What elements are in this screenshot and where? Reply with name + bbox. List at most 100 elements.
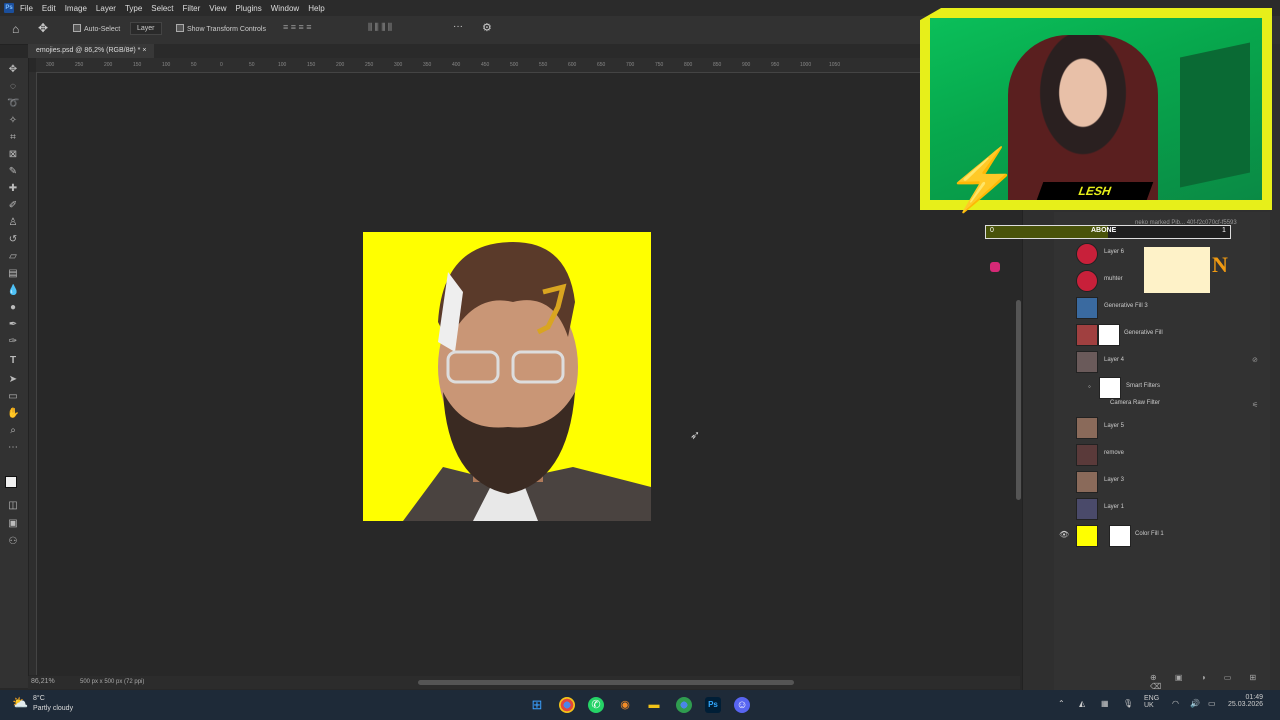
weather-desc[interactable]: Partly cloudy xyxy=(33,705,73,712)
zoom-tool-icon[interactable]: ⌕ xyxy=(7,425,19,437)
lasso-tool-icon[interactable]: ➰ xyxy=(7,98,19,110)
checkbox-icon xyxy=(73,24,81,32)
layer-row[interactable]: Camera Raw Filter xyxy=(1054,396,1270,412)
chrome-icon[interactable] xyxy=(559,697,575,713)
link-icon[interactable]: ⊘ xyxy=(1252,356,1258,364)
pen-tool-alt-icon[interactable]: ✑ xyxy=(7,336,19,348)
magic-wand-icon[interactable]: ✧ xyxy=(7,115,19,127)
gear-icon[interactable]: ⚙ xyxy=(482,21,492,34)
document-tab-bar: emojies.psd @ 86,2% (RGB/8#) * × xyxy=(28,44,1020,58)
ruler-tick-label: 250 xyxy=(75,62,84,68)
screen-mode-icon[interactable]: ▣ xyxy=(7,518,19,530)
canvas-artwork[interactable] xyxy=(363,232,651,521)
auto-select-checkbox[interactable]: Auto-Select xyxy=(73,24,120,33)
menu-image[interactable]: Image xyxy=(65,4,87,13)
layer-row[interactable]: Layer 5 xyxy=(1054,414,1270,440)
ruler-tick-label: 950 xyxy=(771,62,780,68)
healing-brush-icon[interactable]: ✚ xyxy=(7,183,19,195)
language-indicator[interactable]: ENG UK xyxy=(1144,695,1159,709)
menu-window[interactable]: Window xyxy=(271,4,299,13)
show-transform-checkbox[interactable]: Show Transform Controls xyxy=(176,24,266,33)
eye-icon[interactable]: ◦ xyxy=(1088,382,1091,391)
filter-options-icon[interactable]: ⚟ xyxy=(1252,401,1258,409)
stamp-tool-icon[interactable]: ♙ xyxy=(7,217,19,229)
generative-icon[interactable]: ⚇ xyxy=(7,536,19,548)
menu-file[interactable]: File xyxy=(20,4,33,13)
more-options-icon[interactable]: ··· xyxy=(453,21,463,32)
frame-tool-icon[interactable]: ⊠ xyxy=(7,149,19,161)
zoom-level[interactable]: 86,21% xyxy=(31,678,55,685)
menu-select[interactable]: Select xyxy=(151,4,173,13)
menu-type[interactable]: Type xyxy=(125,4,142,13)
blender-icon[interactable]: ◉ xyxy=(617,697,633,713)
close-icon[interactable]: × xyxy=(142,47,146,54)
menu-edit[interactable]: Edit xyxy=(42,4,56,13)
layer-row[interactable]: 👁 Color Fill 1 xyxy=(1054,522,1270,548)
layer-row[interactable]: Generative Fill xyxy=(1054,321,1270,347)
file-explorer-icon[interactable]: ▬ xyxy=(646,697,662,713)
eraser-tool-icon[interactable]: ▱ xyxy=(7,251,19,263)
eye-icon[interactable]: 👁 xyxy=(1059,530,1069,539)
clock[interactable]: 01:49 25.03.2026 xyxy=(1228,694,1263,708)
eyedropper-icon[interactable]: ✎ xyxy=(7,166,19,178)
document-tab[interactable]: emojies.psd @ 86,2% (RGB/8#) * × xyxy=(28,44,155,58)
hand-tool-icon[interactable]: ✋ xyxy=(7,408,19,420)
layer-name: Layer 1 xyxy=(1104,504,1125,510)
layer-row[interactable]: Layer 1 xyxy=(1054,495,1270,521)
menu-filter[interactable]: Filter xyxy=(183,4,201,13)
vertical-scrollbar[interactable] xyxy=(1016,300,1021,500)
layer-row[interactable]: remove xyxy=(1054,441,1270,467)
tray-app-icon[interactable]: ◭ xyxy=(1079,699,1085,708)
weather-temp[interactable]: 8°C xyxy=(33,695,45,702)
marquee-tool-icon[interactable]: ◌ xyxy=(7,81,19,93)
brush-tool-icon[interactable]: ✐ xyxy=(7,200,19,212)
windows-start-icon[interactable]: ⊞ xyxy=(529,697,545,713)
menu-plugins[interactable]: Plugins xyxy=(236,4,262,13)
move-tool-icon[interactable]: ✥ xyxy=(38,21,48,35)
tray-app2-icon[interactable]: ▦ xyxy=(1101,699,1109,708)
ruler-tick-label: 300 xyxy=(46,62,55,68)
layer-row[interactable]: Generative Fill 3 xyxy=(1054,294,1270,320)
layer-row[interactable]: Layer 3 xyxy=(1054,468,1270,494)
layer-name: Layer 3 xyxy=(1104,477,1125,483)
discord-icon[interactable]: ☺ xyxy=(734,697,750,713)
more-tools-icon[interactable]: ⋯ xyxy=(7,442,19,454)
battery-icon[interactable]: ▭ xyxy=(1208,699,1216,708)
pen-tool-icon[interactable]: ✒ xyxy=(7,319,19,331)
align-buttons[interactable]: ≡ ≡ ≡ ≡ xyxy=(283,22,312,32)
layer-thumbnail xyxy=(1076,498,1098,520)
chevron-up-icon[interactable]: ⌃ xyxy=(1058,699,1065,708)
ruler-tick-label: 50 xyxy=(191,62,197,68)
layer-name: Smart Filters xyxy=(1126,383,1161,389)
crop-tool-icon[interactable]: ⌗ xyxy=(7,132,19,144)
horizontal-scrollbar[interactable] xyxy=(418,680,794,685)
gradient-tool-icon[interactable]: ▤ xyxy=(7,268,19,280)
dodge-tool-icon[interactable]: ● xyxy=(7,302,19,314)
distribute-buttons[interactable]: ⫼ ⫼ ⫼ ⫼ xyxy=(368,22,392,33)
type-tool-icon[interactable]: T xyxy=(7,355,19,367)
foreground-color-swatch[interactable] xyxy=(5,476,17,488)
rectangle-tool-icon[interactable]: ▭ xyxy=(7,391,19,403)
instagram-icon xyxy=(990,262,1000,272)
history-brush-icon[interactable]: ↺ xyxy=(7,234,19,246)
blur-tool-icon[interactable]: 💧 xyxy=(7,285,19,297)
menu-help[interactable]: Help xyxy=(308,4,324,13)
layer-row[interactable]: Layer 4 xyxy=(1054,348,1270,374)
quick-mask-icon[interactable]: ◫ xyxy=(7,500,19,512)
clock-time: 01:49 xyxy=(1245,694,1264,701)
wifi-icon[interactable]: ◠ xyxy=(1172,699,1179,708)
auto-select-target-dropdown[interactable]: Layer xyxy=(130,22,162,35)
chrome-alt-icon[interactable] xyxy=(676,697,692,713)
photoshop-taskbar-icon[interactable]: Ps xyxy=(705,697,721,713)
home-icon[interactable]: ⌂ xyxy=(12,22,19,36)
whatsapp-icon[interactable]: ✆ xyxy=(588,697,604,713)
path-select-icon[interactable]: ➤ xyxy=(7,374,19,386)
menu-layer[interactable]: Layer xyxy=(96,4,116,13)
move-tool-icon[interactable]: ✥ xyxy=(7,64,19,76)
volume-icon[interactable]: 🔊 xyxy=(1190,699,1200,708)
layer-panel-actions[interactable]: ⊕ ▣ ◑ ▭ ⊞ ⌫ xyxy=(1150,673,1280,691)
layer-name: Layer 6 xyxy=(1104,249,1125,255)
document-info[interactable]: 500 px x 500 px (72 ppi) xyxy=(80,679,144,685)
microphone-icon[interactable]: 🎙 xyxy=(1123,699,1133,708)
menu-view[interactable]: View xyxy=(209,4,226,13)
